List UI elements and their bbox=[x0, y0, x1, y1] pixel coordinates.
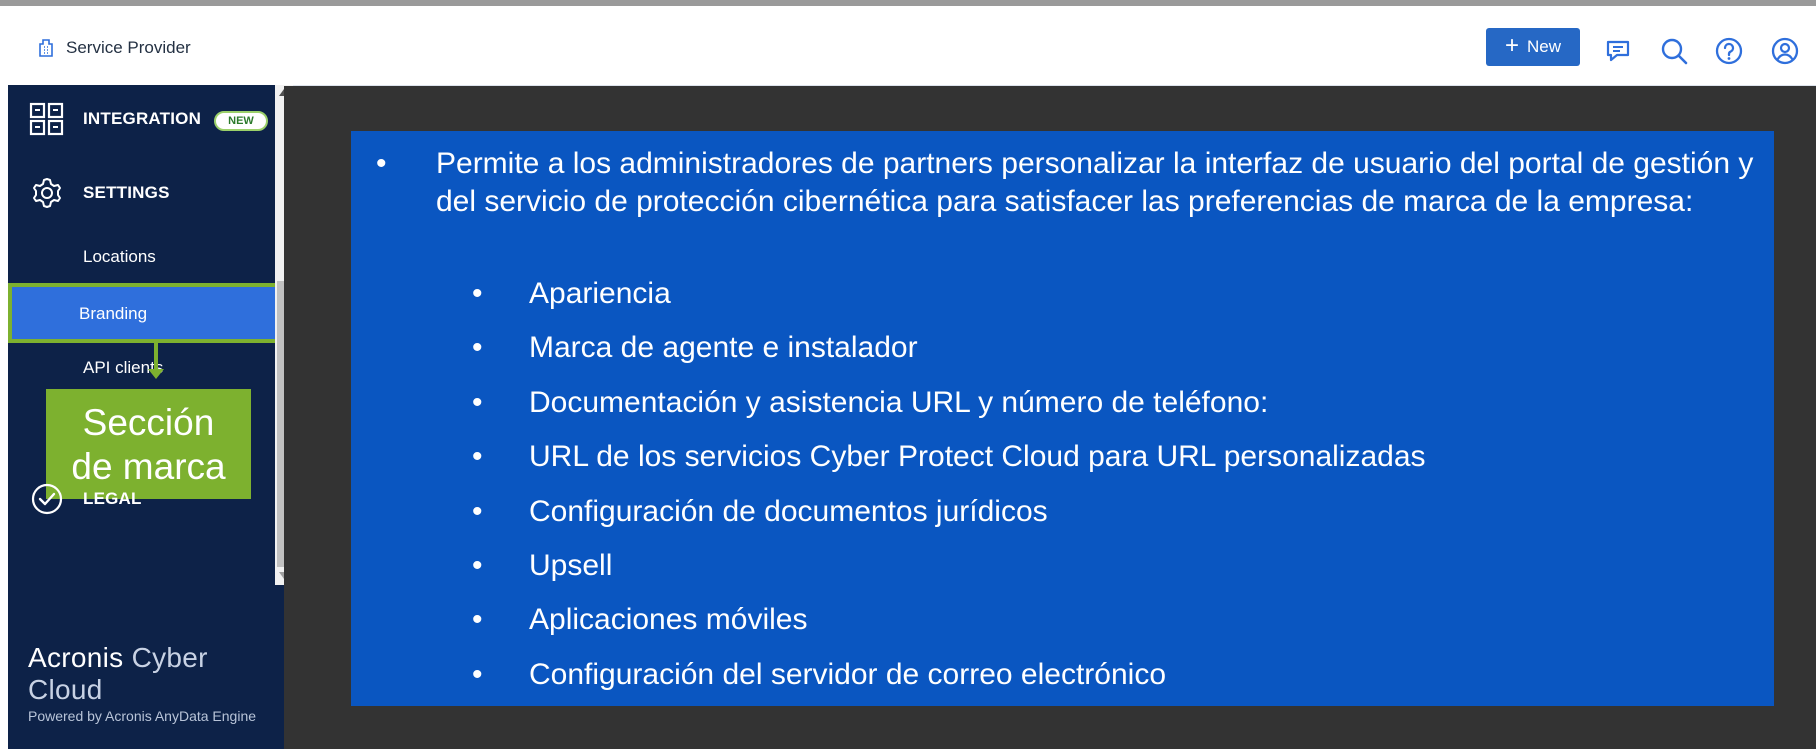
window-top-border bbox=[0, 0, 1816, 6]
callout-arrow-icon bbox=[148, 369, 164, 379]
new-button-label: New bbox=[1527, 37, 1562, 56]
user-icon[interactable] bbox=[1770, 36, 1800, 66]
list-item-text: Configuración de documentos jurídicos bbox=[529, 495, 1048, 528]
top-header: Service Provider + New bbox=[8, 8, 1816, 86]
sidebar-item-label: LEGAL bbox=[83, 489, 142, 508]
check-circle-icon bbox=[28, 480, 66, 518]
chat-icon[interactable] bbox=[1603, 36, 1633, 66]
header-title: Service Provider bbox=[66, 38, 191, 57]
sidebar-item-label: Branding bbox=[79, 304, 148, 323]
gear-icon bbox=[28, 174, 66, 212]
sidebar-item-locations[interactable]: Locations bbox=[83, 247, 156, 267]
powered-by-text: Powered by Acronis AnyData Engine bbox=[28, 708, 257, 724]
sidebar-item-legal[interactable]: LEGAL bbox=[8, 469, 284, 529]
list-item-text: Marca de agente e instalador bbox=[529, 331, 918, 364]
service-provider-breadcrumb[interactable]: Service Provider bbox=[36, 36, 191, 60]
help-icon[interactable] bbox=[1714, 36, 1744, 66]
list-item-text: Apariencia bbox=[529, 277, 671, 310]
info-panel: • Permite a los administradores de partn… bbox=[351, 131, 1774, 706]
bullet-dot: • bbox=[376, 147, 387, 180]
list-item-text: Documentación y asistencia URL y número … bbox=[529, 386, 1269, 419]
bullet-dot: • bbox=[472, 549, 483, 582]
bullet-dot: • bbox=[472, 386, 483, 419]
intro-text: Permite a los administradores de partner… bbox=[436, 147, 1754, 218]
acronis-logo: Acronis Cyber Cloud bbox=[28, 642, 284, 706]
logo-bold: Acronis bbox=[28, 642, 124, 673]
bullet-dot: • bbox=[472, 495, 483, 528]
list-item-text: Configuración del servidor de correo ele… bbox=[529, 658, 1167, 691]
list-item-text: Upsell bbox=[529, 549, 613, 582]
bullet-dot: • bbox=[472, 603, 483, 636]
plus-icon: + bbox=[1504, 32, 1519, 59]
callout-line-1: Sección bbox=[82, 402, 215, 443]
search-icon[interactable] bbox=[1659, 36, 1689, 66]
sidebar: INTEGRATION NEW SETTINGS Locations Brand… bbox=[8, 85, 290, 749]
integration-icon bbox=[28, 100, 66, 138]
new-button[interactable]: + New bbox=[1486, 28, 1580, 66]
list-item-text: Aplicaciones móviles bbox=[529, 603, 808, 636]
sidebar-item-label: SETTINGS bbox=[83, 183, 170, 202]
bullet-dot: • bbox=[472, 440, 483, 473]
sidebar-item-branding[interactable]: Branding bbox=[8, 283, 290, 343]
sidebar-item-settings[interactable]: SETTINGS bbox=[8, 163, 284, 223]
bullet-dot: • bbox=[472, 277, 483, 310]
list-item-text: URL de los servicios Cyber Protect Cloud… bbox=[529, 440, 1426, 473]
bullet-dot: • bbox=[472, 331, 483, 364]
new-badge: NEW bbox=[214, 111, 268, 131]
bullet-dot: • bbox=[472, 658, 483, 691]
sidebar-item-label: INTEGRATION bbox=[83, 109, 202, 128]
sidebar-item-integration[interactable]: INTEGRATION NEW bbox=[8, 89, 284, 149]
building-icon bbox=[39, 39, 53, 57]
